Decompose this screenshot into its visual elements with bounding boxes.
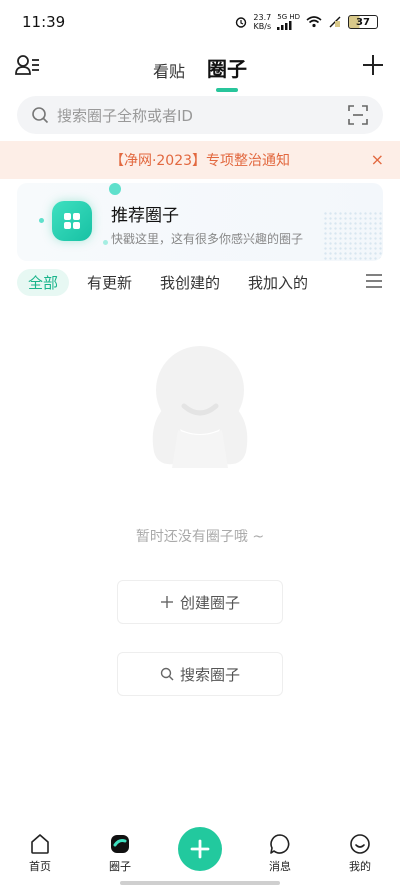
- bottom-nav: 首页 圈子 消息 我的: [0, 827, 400, 889]
- message-icon: [270, 834, 290, 854]
- empty-state-illustration: [152, 346, 248, 468]
- filter-updated[interactable]: 有更新: [87, 272, 132, 293]
- notice-banner[interactable]: 【净网·2023】专项整治通知 ×: [0, 141, 400, 179]
- plus-icon: [160, 596, 173, 608]
- create-circle-label: 创建圈子: [179, 593, 240, 612]
- search-placeholder[interactable]: 搜索圈子全称或者ID: [57, 105, 347, 126]
- wifi-icon: [306, 16, 322, 28]
- scan-icon[interactable]: [347, 104, 369, 126]
- network-type: 5G HD: [277, 14, 300, 30]
- status-bar: 11:39 23.7 KB/s 5G HD 37: [0, 0, 400, 44]
- header-tabs: 看贴 圈子: [0, 50, 400, 82]
- home-icon: [31, 834, 49, 854]
- recommend-subtitle: 快戳这里，这有很多你感兴趣的圈子: [111, 232, 304, 246]
- nav-messages[interactable]: 消息: [250, 833, 310, 874]
- recommend-circles-card[interactable]: 推荐圈子 快戳这里，这有很多你感兴趣的圈子: [17, 183, 383, 261]
- decor-bubble: [39, 218, 44, 223]
- dot-pattern: [323, 211, 383, 261]
- search-bar[interactable]: 搜索圈子全称或者ID: [17, 96, 383, 134]
- nav-mine-label: 我的: [349, 860, 371, 873]
- home-indicator: [120, 881, 280, 885]
- network-speed: 23.7 KB/s: [253, 13, 272, 31]
- alarm-icon: [236, 17, 247, 28]
- search-icon: [32, 107, 49, 124]
- filter-tabs: 全部 有更新 我创建的 我加入的: [17, 268, 383, 296]
- tab-circles[interactable]: 圈子: [207, 53, 247, 82]
- add-icon[interactable]: [360, 52, 386, 78]
- smile-icon: [350, 834, 370, 854]
- search-circle-button[interactable]: 搜索圈子: [117, 652, 283, 696]
- signal-icon: [277, 21, 292, 30]
- search-icon: [160, 667, 174, 681]
- nav-circle[interactable]: 圈子: [90, 833, 150, 874]
- filter-created[interactable]: 我创建的: [160, 272, 220, 293]
- empty-message: 暂时还没有圈子哦 ~: [135, 529, 265, 545]
- circle-tab-icon: [111, 835, 129, 853]
- decor-bubble: [103, 240, 108, 245]
- filter-all[interactable]: 全部: [17, 268, 70, 296]
- decor-bubble: [109, 183, 121, 195]
- nav-home[interactable]: 首页: [10, 833, 70, 874]
- circles-page: 11:39 23.7 KB/s 5G HD 37 看贴 圈子 搜索圈子全称或者I…: [0, 0, 400, 889]
- search-circle-label: 搜索圈子: [179, 665, 240, 684]
- battery-indicator: 37: [348, 15, 378, 29]
- no-sim-icon: [329, 16, 341, 28]
- nav-messages-label: 消息: [269, 860, 291, 873]
- create-circle-button[interactable]: 创建圈子: [117, 580, 283, 624]
- close-icon[interactable]: ×: [371, 150, 384, 169]
- filter-joined[interactable]: 我加入的: [248, 272, 308, 293]
- status-icons: 23.7 KB/s 5G HD 37: [235, 13, 378, 31]
- publish-button[interactable]: [178, 827, 222, 871]
- top-header: 看贴 圈子: [0, 44, 400, 90]
- nav-home-label: 首页: [29, 860, 51, 873]
- status-time: 11:39: [22, 13, 66, 31]
- nav-circle-label: 圈子: [109, 860, 131, 873]
- nav-mine[interactable]: 我的: [330, 833, 390, 874]
- plus-icon: [190, 839, 210, 859]
- list-menu-icon[interactable]: [365, 272, 383, 290]
- recommend-title: 推荐圈子: [111, 206, 179, 226]
- notice-text[interactable]: 【净网·2023】专项整治通知: [110, 150, 290, 170]
- grid-icon: [52, 201, 92, 241]
- tab-posts[interactable]: 看贴: [153, 50, 185, 82]
